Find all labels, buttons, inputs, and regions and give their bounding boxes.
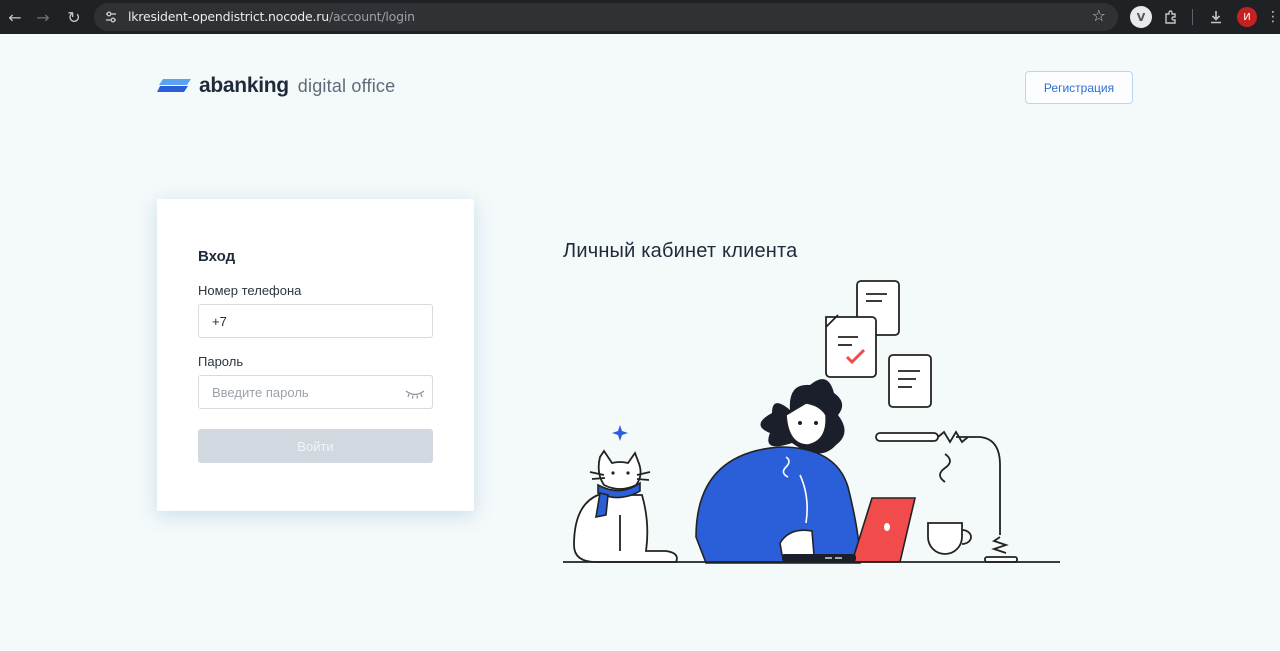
sparkle-icon: [612, 425, 628, 441]
login-button[interactable]: Войти: [198, 429, 433, 463]
checked-document-icon: [825, 314, 877, 378]
logo[interactable]: abanking digital office: [157, 74, 395, 98]
extensions-puzzle-icon[interactable]: [1160, 6, 1182, 28]
document-icon: [888, 354, 932, 408]
profile-avatar[interactable]: И: [1237, 7, 1257, 27]
office-illustration: [563, 280, 1060, 564]
url-host: lkresident-opendistrict.nocode.ru: [128, 9, 329, 24]
login-card: Вход Номер телефона Пароль Войти: [157, 199, 474, 511]
browser-toolbar: ← → ↻ lkresident-opendistrict.nocode.ru/…: [0, 0, 1280, 34]
password-label: Пароль: [198, 354, 244, 369]
url-path: /account/login: [328, 9, 415, 24]
cat-character: [573, 449, 678, 563]
brand-subtitle: digital office: [297, 75, 396, 96]
address-bar[interactable]: lkresident-opendistrict.nocode.ru/accoun…: [94, 3, 1118, 31]
site-settings-icon[interactable]: [104, 10, 118, 24]
toolbar-divider: [1192, 9, 1193, 25]
register-button[interactable]: Регистрация: [1025, 71, 1133, 104]
back-arrow-icon[interactable]: ←: [2, 0, 28, 34]
url-text[interactable]: lkresident-opendistrict.nocode.ru/accoun…: [128, 9, 415, 24]
show-password-icon[interactable]: [405, 389, 425, 399]
login-title: Вход: [198, 248, 236, 265]
extension-icon[interactable]: V: [1130, 6, 1152, 28]
bookmark-star-icon[interactable]: ☆: [1092, 6, 1106, 25]
menu-dots-icon[interactable]: ⋮: [1262, 6, 1280, 28]
reload-icon[interactable]: ↻: [61, 0, 87, 34]
phone-label: Номер телефона: [198, 283, 302, 298]
abanking-logo-icon: [157, 79, 191, 92]
coffee-cup: [927, 453, 972, 555]
password-input[interactable]: [198, 375, 433, 409]
forward-arrow-icon[interactable]: →: [30, 0, 56, 34]
promo-title: Личный кабинет клиента: [563, 240, 798, 262]
download-icon[interactable]: [1205, 6, 1227, 28]
woman-character: [695, 379, 861, 564]
brand-name: abanking: [199, 74, 289, 97]
phone-input[interactable]: [198, 304, 433, 338]
